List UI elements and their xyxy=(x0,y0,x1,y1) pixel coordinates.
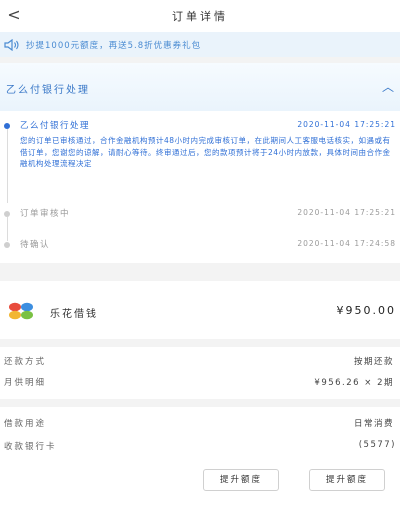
loan-detail-card: 乐花借钱 ¥950.00 还款方式 按期还款 月供明细 ¥956.26 × 2期… xyxy=(0,281,400,513)
detail-label: 还款方式 xyxy=(4,357,47,367)
detail-label: 收款银行卡 xyxy=(4,442,57,452)
detail-row-monthly-installment[interactable]: 月供明细 ¥956.26 × 2期 xyxy=(0,372,400,394)
detail-row-repayment-method: 还款方式 按期还款 xyxy=(0,351,400,373)
section-divider xyxy=(0,339,400,347)
detail-label: 月供明细 xyxy=(4,378,47,388)
section-divider xyxy=(0,399,400,407)
detail-value: (5577) xyxy=(358,440,396,450)
speaker-icon xyxy=(4,38,19,51)
timeline-item-title: 待确认 xyxy=(20,240,51,250)
detail-label: 借款用途 xyxy=(4,419,47,429)
detail-value: 日常消费 xyxy=(353,419,394,429)
detail-value: 按期还款 xyxy=(353,357,394,367)
timeline-connector xyxy=(6,217,8,241)
raise-limit-button[interactable]: 提升额度 xyxy=(203,469,279,491)
timeline-item-description: 您的订单已审核通过，合作金融机构预计48小时内完成审核订单，在此期间人工客服电话… xyxy=(20,136,391,168)
detail-row-receiving-card[interactable]: 收款银行卡 (5577) xyxy=(0,436,400,458)
timeline-item-title: 订单审核中 xyxy=(20,209,71,219)
bank-process-header[interactable]: 乙么付银行处理 ︿ xyxy=(0,63,400,111)
chevron-up-icon[interactable]: ︿ xyxy=(382,78,394,95)
bank-process-title: 乙么付银行处理 xyxy=(6,85,90,96)
product-name: 乐花借钱 xyxy=(50,309,98,320)
timeline-item-title: 乙么付银行处理 xyxy=(20,121,91,131)
notice-text: 抄提1000元额度，再送5.8折优惠券礼包 xyxy=(26,40,202,51)
timeline-dot-active xyxy=(4,123,10,129)
timeline-connector xyxy=(6,129,8,203)
loan-amount: ¥950.00 xyxy=(336,304,396,317)
product-logo-icon xyxy=(9,302,33,320)
detail-row-loan-purpose[interactable]: 借款用途 日常消费 xyxy=(0,413,400,435)
timeline-item-time: 2020-11-04 17:25:21 xyxy=(297,208,396,217)
top-bar: < 订单详情 xyxy=(0,0,400,32)
timeline-dot xyxy=(4,242,10,248)
detail-value: ¥956.26 × 2期 xyxy=(314,378,394,388)
raise-limit-button-secondary[interactable]: 提升额度 xyxy=(309,469,385,491)
timeline-item-time: 2020-11-04 17:24:58 xyxy=(297,239,396,248)
page-title: 订单详情 xyxy=(172,10,228,23)
timeline-dot xyxy=(4,211,10,217)
notice-banner[interactable]: 抄提1000元额度，再送5.8折优惠券礼包 xyxy=(0,32,400,57)
timeline-item-time: 2020-11-04 17:25:21 xyxy=(297,120,396,129)
progress-timeline: 乙么付银行处理 2020-11-04 17:25:21 您的订单已审核通过，合作… xyxy=(0,111,400,263)
